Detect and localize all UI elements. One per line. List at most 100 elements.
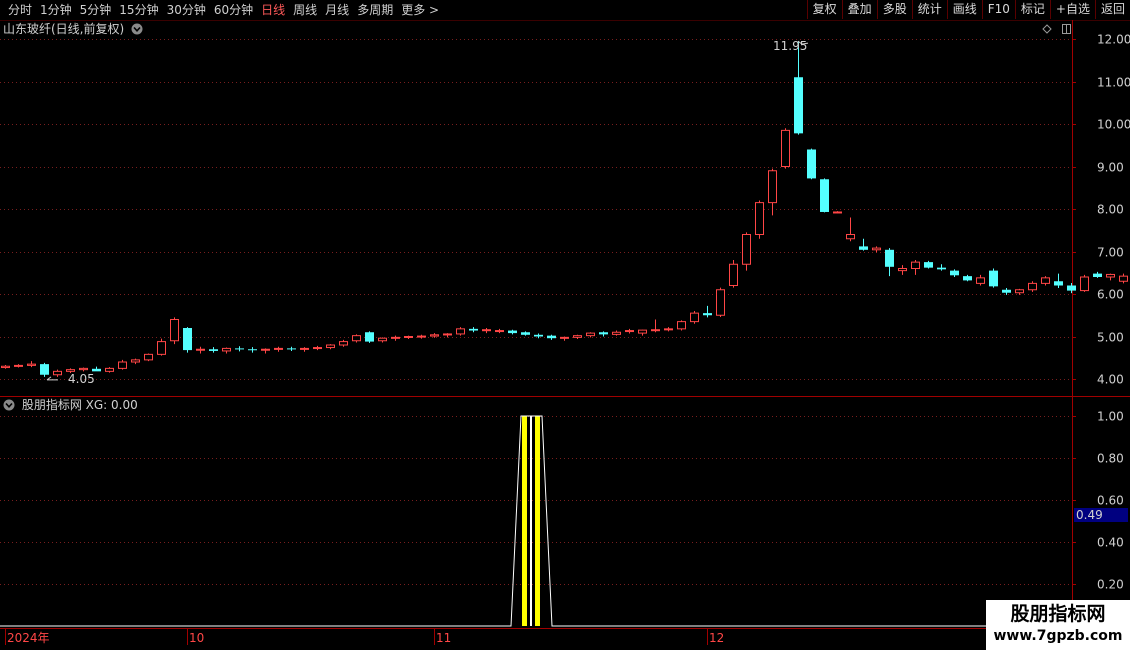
- candle-body[interactable]: [1080, 276, 1089, 292]
- candle-body[interactable]: [638, 329, 647, 334]
- candle-body[interactable]: [1028, 282, 1037, 291]
- candle-body[interactable]: [378, 337, 387, 342]
- candle-body[interactable]: [443, 333, 452, 336]
- candle-body[interactable]: [469, 328, 478, 331]
- candle-body[interactable]: [651, 329, 660, 332]
- candle-body[interactable]: [1, 365, 10, 369]
- candle-body[interactable]: [40, 364, 49, 375]
- candle-body[interactable]: [989, 270, 998, 287]
- candle-body[interactable]: [235, 348, 244, 350]
- candle-body[interactable]: [1041, 277, 1050, 284]
- indicator-tick-label: 1.00: [1097, 410, 1124, 424]
- candle-body[interactable]: [430, 334, 439, 337]
- candle-body[interactable]: [820, 179, 829, 212]
- candle-body[interactable]: [209, 349, 218, 351]
- candle-body[interactable]: [664, 328, 673, 331]
- candle-body[interactable]: [781, 129, 790, 167]
- candle-body[interactable]: [352, 335, 361, 342]
- candle-body[interactable]: [196, 348, 205, 351]
- candle-body[interactable]: [690, 312, 699, 323]
- candle-body[interactable]: [612, 331, 621, 335]
- candle-body[interactable]: [287, 348, 296, 350]
- candle-body[interactable]: [1054, 281, 1063, 286]
- candle-body[interactable]: [14, 364, 23, 367]
- indicator-panel-title: 股朋指标网 XG: 0.00: [21, 398, 138, 412]
- price-tick-label: 5.00: [1097, 331, 1124, 345]
- candle-body[interactable]: [547, 335, 556, 339]
- candle-body[interactable]: [729, 263, 738, 286]
- candle-body[interactable]: [79, 367, 88, 371]
- candle-body[interactable]: [144, 353, 153, 361]
- high-price-marker: 11.95: [773, 39, 808, 53]
- candle-body[interactable]: [677, 321, 686, 330]
- candle-body[interactable]: [1119, 275, 1128, 282]
- candle-body[interactable]: [261, 348, 270, 351]
- candle-body[interactable]: [248, 349, 257, 351]
- candle-body[interactable]: [768, 170, 777, 204]
- candle-body[interactable]: [365, 332, 374, 342]
- candle-body[interactable]: [105, 367, 114, 372]
- candle-body[interactable]: [521, 332, 530, 335]
- low-price-marker: 4.05: [68, 372, 95, 386]
- candle-body[interactable]: [534, 334, 543, 337]
- candle-body[interactable]: [495, 330, 504, 333]
- candle-body[interactable]: [300, 347, 309, 350]
- candle-body[interactable]: [118, 361, 127, 369]
- candle-body[interactable]: [1067, 285, 1076, 291]
- candle-body[interactable]: [1106, 273, 1115, 278]
- candle-body[interactable]: [963, 276, 972, 281]
- candle-body[interactable]: [950, 270, 959, 276]
- candle-body[interactable]: [313, 347, 322, 350]
- candle-body[interactable]: [157, 341, 166, 355]
- candle-body[interactable]: [976, 277, 985, 284]
- candle-body[interactable]: [807, 149, 816, 179]
- candle-body[interactable]: [326, 344, 335, 349]
- candle-body[interactable]: [1015, 289, 1024, 294]
- price-tick-label: 8.00: [1097, 203, 1124, 217]
- candle-body[interactable]: [898, 268, 907, 272]
- candle-body[interactable]: [404, 336, 413, 338]
- candle-body[interactable]: [560, 336, 569, 339]
- candle-body[interactable]: [911, 261, 920, 269]
- chevron-down-icon[interactable]: [3, 399, 15, 411]
- watermark-title: 股朋指标网: [1010, 603, 1106, 625]
- candle-body[interactable]: [1093, 273, 1102, 277]
- candle-body[interactable]: [937, 267, 946, 270]
- candle-body[interactable]: [222, 347, 231, 352]
- price-tick-label: 7.00: [1097, 246, 1124, 260]
- candle-body[interactable]: [872, 247, 881, 251]
- candle-body[interactable]: [53, 370, 62, 376]
- candle-body[interactable]: [573, 335, 582, 338]
- candle-body[interactable]: [27, 363, 36, 366]
- candle-body[interactable]: [508, 330, 517, 334]
- candle-body[interactable]: [456, 328, 465, 335]
- candle-body[interactable]: [625, 330, 634, 333]
- candle-body[interactable]: [274, 347, 283, 350]
- candle-body[interactable]: [170, 319, 179, 342]
- candle-body[interactable]: [885, 249, 894, 267]
- price-tick-label: 9.00: [1097, 161, 1124, 175]
- candle-body[interactable]: [846, 234, 855, 240]
- candle-body[interactable]: [339, 341, 348, 346]
- candle-body[interactable]: [92, 368, 101, 372]
- candle-body[interactable]: [755, 202, 764, 235]
- candle-body[interactable]: [482, 329, 491, 332]
- candle-body[interactable]: [833, 211, 842, 214]
- candle-body[interactable]: [183, 328, 192, 351]
- candle-body[interactable]: [131, 359, 140, 363]
- candle-body[interactable]: [586, 332, 595, 337]
- candle-body[interactable]: [417, 335, 426, 338]
- candle-body[interactable]: [599, 332, 608, 335]
- candle-body[interactable]: [703, 313, 712, 316]
- candle-body[interactable]: [1002, 289, 1011, 293]
- candle-body[interactable]: [391, 336, 400, 339]
- candle-body[interactable]: [794, 77, 803, 134]
- diamond-icon[interactable]: [1042, 24, 1052, 34]
- candle-body[interactable]: [859, 246, 868, 250]
- time-axis-label: 10: [189, 631, 204, 645]
- candle-body[interactable]: [742, 234, 751, 265]
- chart-canvas[interactable]: 12.00 11.00 10.00 9.00 8.00 7.00 6.00 5.00 4.00 1…: [0, 0, 1130, 650]
- chevron-down-icon[interactable]: [131, 23, 143, 35]
- candle-body[interactable]: [924, 262, 933, 268]
- candle-body[interactable]: [716, 289, 725, 316]
